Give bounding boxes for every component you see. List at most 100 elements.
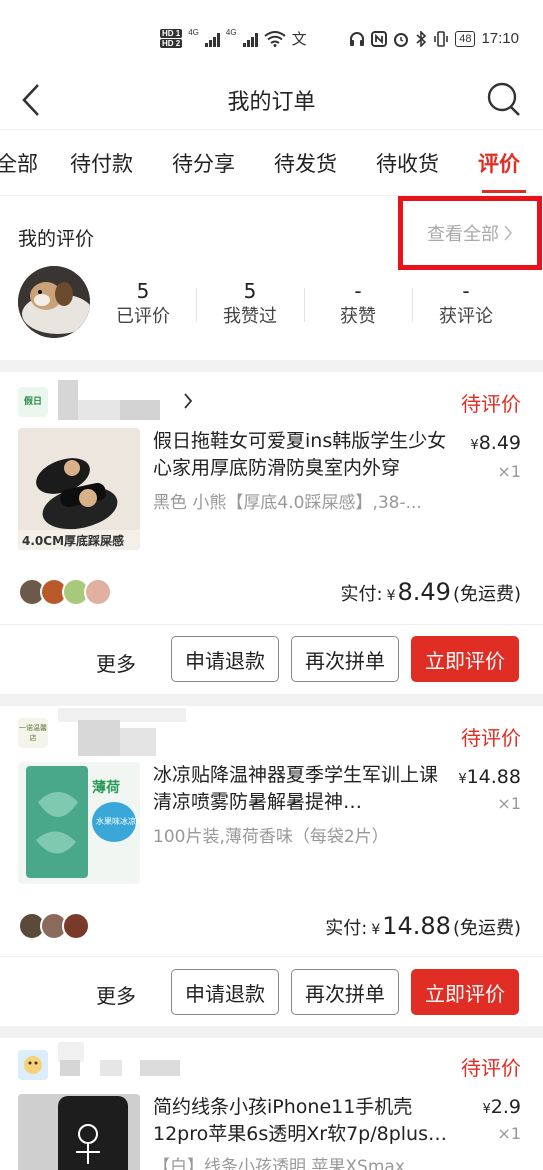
hd-badges: HD 1 HD 2 <box>160 28 183 49</box>
stat-value: - <box>462 279 470 303</box>
section-gap <box>0 1026 543 1038</box>
shop-name-blurred <box>120 400 160 420</box>
shop-icon[interactable] <box>18 1050 48 1080</box>
review-now-button[interactable]: 立即评价 <box>411 969 519 1015</box>
shop-logo-icon <box>24 1056 42 1074</box>
paid-label: 实付: <box>325 918 368 939</box>
tab-pending-payment[interactable]: 待付款 <box>70 148 133 178</box>
more-button[interactable]: 更多 <box>96 980 136 1009</box>
more-button[interactable]: 更多 <box>96 648 136 677</box>
order-card: 待评价 简约线条小孩iPhone11手机壳12pro苹果6s透明Xr软7p/8p… <box>0 1038 543 1170</box>
price-value: 8.49 <box>478 432 521 454</box>
status-left: HD 1 HD 2 4G 4G 文 <box>160 28 307 49</box>
group-avatars[interactable] <box>18 912 90 940</box>
review-section-title: 我的评价 <box>18 228 95 250</box>
view-all-label: 查看全部 <box>427 224 499 245</box>
order-status: 待评价 <box>461 1056 521 1080</box>
product-name[interactable]: 简约线条小孩iPhone11手机壳12pro苹果6s透明Xr软7p/8plus… <box>153 1094 453 1148</box>
thumb-caption: 4.0CM厚底踩屎感 <box>22 533 124 548</box>
stat-label: 我赞过 <box>223 306 277 327</box>
signal-icon <box>204 31 220 47</box>
view-all-link[interactable]: 查看全部 <box>398 196 542 270</box>
shop-chevron-icon[interactable] <box>182 391 194 411</box>
shop-name-blurred <box>78 400 120 420</box>
stat-label: 获评论 <box>439 306 493 327</box>
hd1-badge: HD 1 <box>160 28 183 38</box>
product-spec: 100片装,薄荷香味（每袋2片） <box>153 827 389 847</box>
my-review-section: 我的评价 查看全部 5 已评价 5 我赞过 - 获赞 - 获评论 <box>0 196 543 360</box>
divider <box>0 624 543 625</box>
shop-name-blurred <box>100 1060 122 1076</box>
chevron-right-icon <box>504 225 513 241</box>
product-qty: ×1 <box>497 462 521 481</box>
product-image[interactable] <box>18 1094 140 1170</box>
cooling-patch-image: 薄荷 水果味冰凉贴 <box>18 762 140 884</box>
stat-reviewed[interactable]: 5 已评价 <box>93 278 193 330</box>
group-avatars[interactable] <box>18 578 112 606</box>
reorder-button[interactable]: 再次拼单 <box>291 969 399 1015</box>
product-qty: ×1 <box>497 1124 521 1143</box>
shop-name-blurred <box>140 1060 180 1076</box>
tab-pending-receipt[interactable]: 待收货 <box>376 148 439 178</box>
stat-received-likes[interactable]: - 获赞 <box>308 278 408 330</box>
status-bar: HD 1 HD 2 4G 4G 文 48 17:10 <box>0 0 543 70</box>
product-image[interactable]: 4.0CM厚底踩屎感 <box>18 428 140 550</box>
stat-value: 5 <box>136 279 150 303</box>
headphone-icon <box>350 31 365 46</box>
product-spec: 黑色 小熊【厚底4.0踩屎感】,38-... <box>153 493 422 513</box>
page-title: 我的订单 <box>227 90 316 115</box>
thumb-subtitle: 水果味冰凉贴 <box>96 816 140 826</box>
currency-symbol: ¥ <box>371 922 381 938</box>
tab-all[interactable]: 全部 <box>0 148 38 178</box>
shop-icon[interactable]: 一诺温馨店 <box>18 718 48 748</box>
shop-name-blurred <box>120 728 156 756</box>
translate-icon: 文 <box>291 31 307 48</box>
avatar <box>62 912 90 940</box>
product-name[interactable]: 假日拖鞋女可爱夏ins韩版学生少女心家用厚底防滑防臭室内外穿 <box>153 428 453 482</box>
avatar[interactable] <box>18 266 90 338</box>
shop-name-blurred <box>78 720 120 756</box>
refund-button[interactable]: 申请退款 <box>171 636 279 682</box>
paid-label: 实付: <box>340 584 383 605</box>
stat-received-comments[interactable]: - 获评论 <box>416 278 516 330</box>
paid-amount: 实付: ¥ 14.88 (免运费) <box>325 912 521 940</box>
tab-pending-shipment[interactable]: 待发货 <box>274 148 337 178</box>
order-card: 假日 待评价 4.0CM厚底踩屎感 假日拖鞋女可爱夏ins韩版学生少女心家用厚底… <box>0 372 543 694</box>
reorder-button[interactable]: 再次拼单 <box>291 636 399 682</box>
shipping-note: (免运费) <box>452 918 521 939</box>
wifi-icon <box>263 30 286 47</box>
stat-liked[interactable]: 5 我赞过 <box>200 278 300 330</box>
net1-label: 4G <box>188 28 199 37</box>
vibrate-icon <box>434 30 449 47</box>
section-gap <box>0 694 543 706</box>
product-name[interactable]: 冰凉贴降温神器夏季学生军训上课清凉喷雾防暑解暑提神… <box>153 762 453 816</box>
stat-label: 获赞 <box>340 306 376 327</box>
order-status: 待评价 <box>461 392 521 416</box>
shop-name-blurred[interactable] <box>58 380 78 420</box>
divider <box>196 288 197 322</box>
paid-value: 8.49 <box>397 578 451 606</box>
currency-symbol: ¥ <box>386 588 396 604</box>
price-value: 14.88 <box>466 766 521 788</box>
status-right: 48 17:10 <box>349 30 519 47</box>
refund-button[interactable]: 申请退款 <box>171 969 279 1015</box>
search-icon[interactable] <box>485 80 523 118</box>
shop-name-blurred[interactable] <box>58 1042 84 1062</box>
product-image[interactable]: 薄荷 水果味冰凉贴 <box>18 762 140 884</box>
paid-amount: 实付: ¥ 8.49 (免运费) <box>341 578 521 606</box>
shop-icon[interactable]: 假日 <box>18 387 48 417</box>
nav-bar: 我的订单 <box>0 70 543 130</box>
review-now-button[interactable]: 立即评价 <box>411 636 519 682</box>
currency-symbol: ¥ <box>458 772 467 787</box>
tab-review[interactable]: 评价 <box>478 148 520 178</box>
stat-value: - <box>354 279 362 303</box>
product-price: ¥14.88 <box>458 766 521 788</box>
product-price: ¥2.9 <box>483 1096 522 1118</box>
divider <box>304 288 305 322</box>
dog-photo <box>18 266 90 338</box>
nfc-icon <box>371 30 388 47</box>
tab-pending-share[interactable]: 待分享 <box>172 148 235 178</box>
price-value: 2.9 <box>490 1096 521 1118</box>
alarm-icon <box>394 32 409 47</box>
order-card: 一诺温馨店 待评价 薄荷 水果味冰凉贴 冰凉贴降温神器夏季学生军训上课清凉喷雾防… <box>0 706 543 1026</box>
